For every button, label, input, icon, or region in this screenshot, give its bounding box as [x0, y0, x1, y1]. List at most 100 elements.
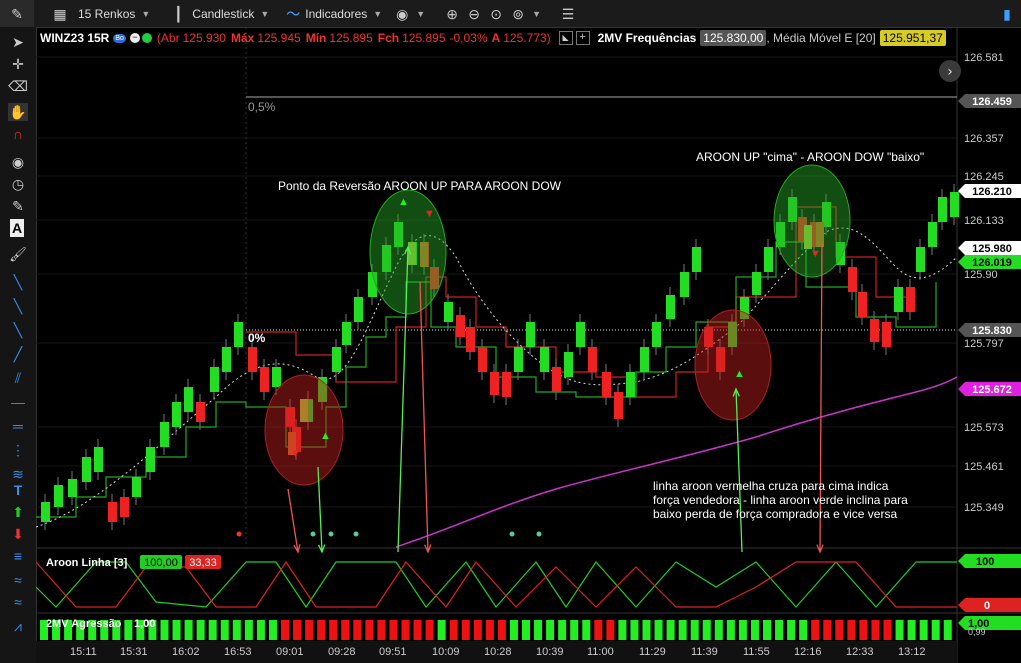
price-flag: 125.980	[958, 241, 1021, 255]
ray-tool-icon[interactable]: ╲	[8, 297, 28, 315]
fib-label-zero: 0%	[248, 331, 266, 345]
hand-icon[interactable]: ✋	[8, 103, 28, 121]
agressao-bar	[775, 620, 784, 640]
candle	[938, 189, 947, 230]
agressao-bar	[341, 620, 350, 640]
time-tick-label: 11:39	[691, 646, 718, 658]
signal-dot	[536, 531, 542, 537]
agressao-bar	[570, 620, 579, 640]
agressao-bar	[787, 620, 796, 640]
eraser-icon[interactable]: ⌫	[8, 77, 28, 95]
agressao-axis-tick: 0,99	[968, 627, 986, 637]
candle	[576, 314, 585, 355]
text-tool-icon[interactable]: T	[8, 481, 28, 499]
agressao-bar	[811, 620, 820, 640]
candle	[564, 344, 573, 385]
eye-icon[interactable]: ◉	[8, 153, 28, 171]
settings-sliders-button[interactable]: ☰	[554, 0, 582, 27]
agressao-bar	[943, 620, 952, 640]
agressao-bar	[726, 620, 735, 640]
trend-tool-icon[interactable]: ╱	[8, 345, 28, 363]
candle	[146, 439, 155, 480]
candle	[332, 339, 341, 380]
candle-body	[342, 322, 351, 345]
candle	[82, 449, 91, 490]
annotation-explain-2: força vendedora - linha aroon verde incl…	[653, 493, 908, 507]
agressao-bar	[750, 620, 759, 640]
agressao-bar	[268, 620, 277, 640]
arc-icon[interactable]: ≈	[8, 593, 28, 611]
renko-dropdown[interactable]: ▦ 15 Renkos ▼	[46, 0, 156, 27]
price-flag: 126.019	[958, 255, 1021, 269]
candle-body	[444, 302, 453, 322]
timer-icon[interactable]: ◷	[8, 175, 28, 193]
text-format-icon[interactable]: A	[10, 219, 24, 237]
agressao-bar	[642, 620, 651, 640]
agressao-bar	[160, 620, 169, 640]
pencil-button[interactable]: ✎	[0, 0, 34, 27]
time-tick-label: 15:31	[120, 646, 148, 658]
chart-canvas[interactable]: ▼ ▲ ▲ ▼ ▲ ▼ Aroon Linha [3] 100,00 33,33 100 0 2M…	[36, 27, 1021, 663]
chevron-down-icon: ▼	[141, 8, 151, 19]
cursor-arrow-icon[interactable]: ➤	[8, 33, 28, 51]
candle-body	[132, 477, 141, 497]
pitchfork-icon[interactable]: ⩘	[8, 617, 28, 635]
candle-body	[478, 347, 487, 372]
channel-tool-icon[interactable]: ⫽	[8, 369, 28, 387]
agressao-bar	[606, 620, 615, 640]
signal-marker: ▲	[320, 430, 331, 442]
agressao-bar	[220, 620, 229, 640]
brush-icon[interactable]: 🖌	[8, 245, 28, 263]
aroon-up-value: 100,00	[144, 557, 178, 569]
arrow-up-icon[interactable]: ⬆	[8, 503, 28, 521]
zoom-out-icon: ⊖	[468, 5, 480, 22]
agressao-bar	[630, 620, 639, 640]
edit-icon[interactable]: ✎	[8, 197, 28, 215]
agressao-bar	[485, 620, 494, 640]
signal-dot	[236, 531, 242, 537]
side-panel-button[interactable]: ▮	[993, 0, 1021, 27]
magnet-icon[interactable]: ∩	[8, 125, 28, 143]
candle	[540, 339, 549, 380]
candle	[652, 314, 661, 355]
arrow-red-2	[419, 281, 429, 553]
time-tick-label: 12:16	[794, 646, 822, 658]
candle-body	[332, 347, 341, 372]
candle-body	[68, 479, 77, 497]
zoom-out-button[interactable]: ⊖	[463, 0, 485, 27]
agressao-bar	[196, 620, 205, 640]
arrow-down-icon[interactable]: ⬇	[8, 525, 28, 543]
segment-tool-icon[interactable]: ╲	[8, 321, 28, 339]
candle	[456, 307, 465, 345]
crosshair-icon[interactable]: ✛	[8, 55, 28, 73]
candle-body	[916, 247, 925, 272]
horizontal-line-icon[interactable]: —	[8, 393, 28, 411]
agressao-bar	[232, 620, 241, 640]
agressao-bar	[763, 620, 771, 640]
horizontal-ray-icon[interactable]: ═	[8, 417, 28, 435]
visibility-button[interactable]: ◉ ▼	[388, 0, 431, 27]
ema-line	[395, 376, 958, 548]
zoom-in-button[interactable]: ⊕	[441, 0, 463, 27]
lines-icon[interactable]: ≡	[8, 547, 28, 565]
vertical-line-icon[interactable]: ⋮	[8, 441, 28, 459]
candle	[640, 339, 649, 380]
candle	[614, 384, 623, 427]
candle	[354, 289, 363, 330]
zoom-fit-button[interactable]: ⊙	[485, 0, 507, 27]
time-tick-label: 11:55	[743, 646, 770, 658]
line-tool-icon[interactable]: ╲	[8, 273, 28, 291]
indicators-dropdown[interactable]: 〜 Indicadores ▼	[279, 0, 388, 27]
agressao-bar	[919, 620, 928, 640]
agressao-bar	[738, 620, 747, 640]
zoom-options-button[interactable]: ⊚ ▼	[507, 0, 544, 27]
candle	[858, 284, 867, 325]
agressao-bar	[534, 620, 543, 640]
fan-icon[interactable]: ≈	[8, 571, 28, 589]
candle	[234, 314, 243, 355]
candle-body	[248, 347, 257, 372]
chevron-down-icon: ▼	[532, 8, 542, 19]
price-flag-label: 125.980	[972, 243, 1012, 255]
zoom-fit-icon: ⊙	[490, 5, 502, 22]
chart-type-dropdown[interactable]: ┃ Candlestick ▼	[164, 0, 275, 27]
